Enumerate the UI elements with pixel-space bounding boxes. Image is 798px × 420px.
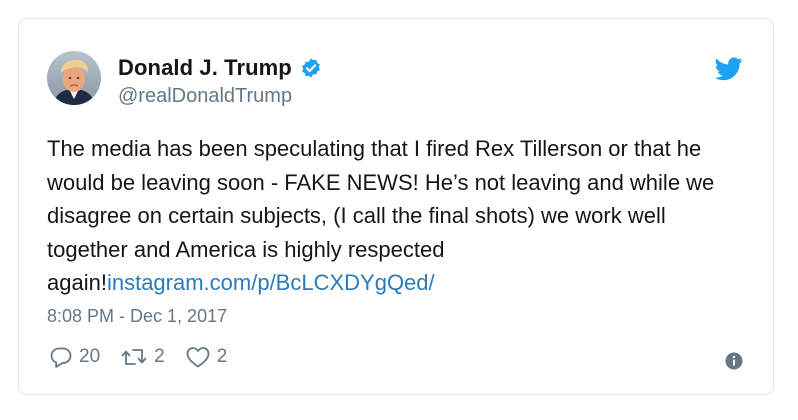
like-count: 2 [216,346,228,367]
retweet-button[interactable]: 2 [120,345,165,369]
author-name[interactable]: Donald J. Trump [118,55,292,81]
retweet-icon [120,345,148,369]
info-icon[interactable] [725,352,743,370]
reply-count: 20 [79,346,101,367]
reply-icon [49,345,73,369]
tweet-link[interactable]: instagram.com/p/BcLCXDYgQed/ [107,270,435,295]
verified-badge-icon [300,57,322,79]
tweet-timestamp[interactable]: 8:08 PM - Dec 1, 2017 [47,306,227,327]
author-avatar[interactable] [47,51,101,105]
heart-icon [185,345,211,369]
tweet-body: The media has been speculating that I fi… [47,132,747,300]
tweet-card[interactable]: Donald J. Trump @realDonaldTrump The med… [18,18,774,395]
retweet-count: 2 [154,346,165,367]
avatar-image [47,51,101,105]
author-name-row[interactable]: Donald J. Trump [118,55,322,81]
like-button[interactable]: 2 [185,345,228,369]
reply-button[interactable]: 20 [49,345,100,369]
tweet-actions: 20 2 2 [49,345,247,369]
author-handle[interactable]: @realDonaldTrump [118,85,292,108]
twitter-bird-icon[interactable] [714,57,743,81]
